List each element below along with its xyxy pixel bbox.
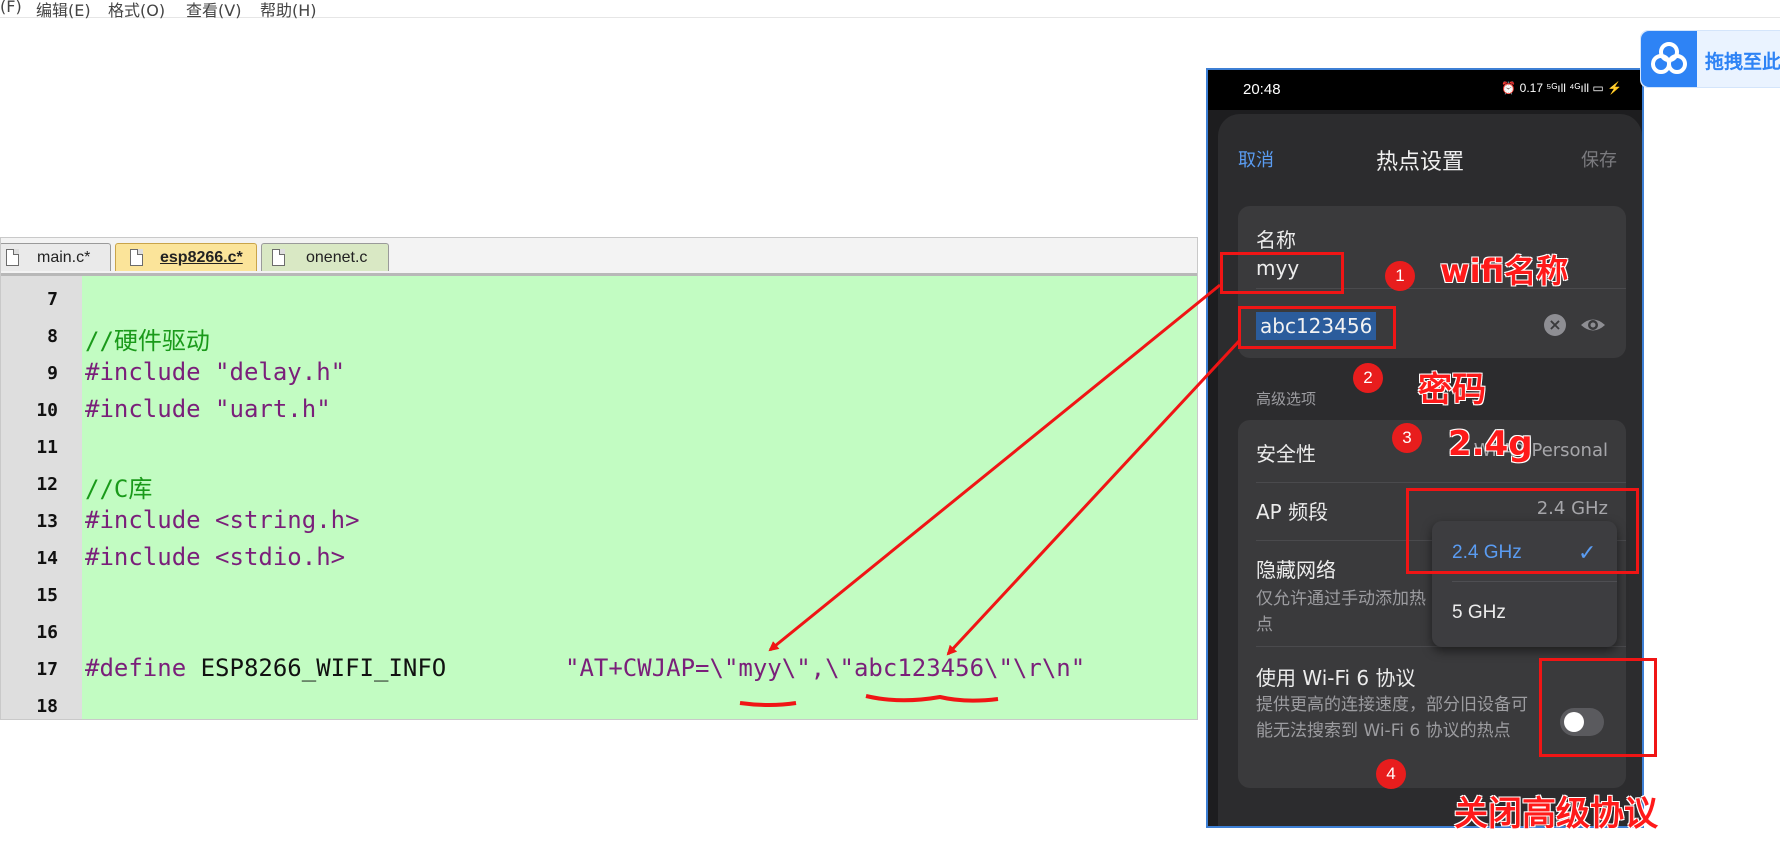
security-label: 安全性 <box>1256 442 1316 466</box>
code-string: "uart.h" <box>200 395 331 423</box>
menu-help[interactable]: 帮助(H) <box>260 0 317 21</box>
line-number: 18 <box>36 696 58 717</box>
band-highlight-box <box>1406 488 1639 574</box>
wifi6-desc: 提供更高的连接速度，部分旧设备可能无法搜索到 Wi-Fi 6 协议的热点 <box>1256 695 1528 741</box>
code-directive: #include <box>85 395 201 423</box>
code-line: 16 <box>1 613 1197 650</box>
code-line: 17 #define ESP8266_WIFI_INFO "AT+CWJAP=\"m… <box>1 650 1197 687</box>
code-line: 9 #include "delay.h" <box>1 354 1197 391</box>
ssid-highlight-box <box>1220 252 1344 294</box>
code-line: 12 //C库 <box>1 465 1197 503</box>
badge-4: 4 <box>1376 759 1406 789</box>
divider <box>1256 482 1626 483</box>
line-number: 10 <box>36 400 58 421</box>
tab-esp8266-c[interactable]: esp8266.c* <box>115 243 257 271</box>
code-line: 10 #include "uart.h" <box>1 391 1197 428</box>
code-directive: #include <box>85 506 201 534</box>
line-number: 11 <box>36 437 58 458</box>
save-button[interactable]: 保存 <box>1581 146 1617 172</box>
line-number: 9 <box>47 363 58 384</box>
line-number: 14 <box>36 548 58 569</box>
menu-bar: (F) 编辑(E) 格式(O) 查看(V) 帮助(H) <box>0 0 1780 21</box>
eye-icon[interactable] <box>1580 314 1606 336</box>
code-directive: #define <box>85 654 187 682</box>
hidden-network-desc: 仅允许通过手动添加热点 <box>1256 589 1426 635</box>
annotation-password: 密码 <box>1418 370 1486 410</box>
code-line: 7 <box>1 280 1197 317</box>
file-icon <box>130 249 143 266</box>
cloud-icon <box>1641 31 1697 87</box>
code-line: 8 //硬件驱动 <box>1 317 1197 355</box>
line-number: 16 <box>36 622 58 643</box>
ap-band-label: AP 频段 <box>1256 500 1329 524</box>
code-directive: #include <box>85 543 201 571</box>
menu-edit[interactable]: 编辑(E) <box>36 0 91 21</box>
code-string: "delay.h" <box>200 358 346 386</box>
clear-icon[interactable]: × <box>1544 314 1566 336</box>
status-clock: 20:48 <box>1243 81 1281 98</box>
band-option-5ghz[interactable]: 5 GHz <box>1452 602 1506 624</box>
status-icons: ⏰ 0.17 ⁵ᴳıll ⁴ᴳıll ▭ ⚡ <box>1501 81 1622 95</box>
wifi6-label: 使用 Wi-Fi 6 协议 <box>1256 666 1416 690</box>
line-number: 7 <box>47 289 58 310</box>
tab-label: onenet.c <box>306 249 368 266</box>
code-string: <stdio.h> <box>200 543 346 571</box>
code-macro-name: ESP8266_WIFI_INFO <box>186 654 447 682</box>
code-string: "AT+CWJAP=\"myy\",\"abc123456\"\r\n" <box>565 654 1086 682</box>
line-number: 17 <box>36 659 58 680</box>
code-line: 13 #include <string.h> <box>1 502 1197 539</box>
divider <box>1452 581 1617 582</box>
status-bar: 20:48 ⏰ 0.17 ⁵ᴳıll ⁴ᴳıll ▭ ⚡ <box>1208 70 1642 110</box>
badge-2: 2 <box>1353 363 1383 393</box>
tab-main-c[interactable]: main.c* <box>1 243 111 271</box>
file-icon <box>272 249 285 266</box>
tab-label: main.c* <box>37 249 91 266</box>
annotation-band: 2.4g <box>1448 424 1533 464</box>
code-directive: #include <box>85 358 201 386</box>
hidden-network-label: 隐藏网络 <box>1256 558 1336 582</box>
badge-3: 3 <box>1392 423 1422 453</box>
code-string: <string.h> <box>200 506 360 534</box>
code-line: 18 <box>1 687 1197 719</box>
code-editor: main.c* esp8266.c* onenet.c 7 8 //硬件驱动 9 #… <box>0 237 1198 720</box>
code-comment: //硬件驱动 <box>85 327 210 355</box>
tab-label: esp8266.c* <box>160 249 243 266</box>
cloud-drop-label: 拖拽至此 <box>1705 51 1780 73</box>
tab-onenet-c[interactable]: onenet.c <box>261 243 389 271</box>
cloud-drop-button[interactable]: 拖拽至此 <box>1640 30 1780 88</box>
menu-format[interactable]: 格式(O) <box>108 0 165 21</box>
annotation-wifi-name: wifi名称 <box>1440 252 1569 290</box>
password-highlight-box <box>1238 306 1396 349</box>
line-number: 8 <box>47 326 58 347</box>
line-number: 12 <box>36 474 58 495</box>
menu-view[interactable]: 查看(V) <box>186 0 241 21</box>
code-area[interactable]: 7 8 //硬件驱动 9 #include "delay.h" 10 #include… <box>1 276 1197 719</box>
name-label: 名称 <box>1256 228 1296 252</box>
advanced-options-label: 高级选项 <box>1256 390 1317 408</box>
menu-file[interactable]: (F) <box>0 0 22 16</box>
line-number: 15 <box>36 585 58 606</box>
wifi6-highlight-box <box>1539 658 1657 757</box>
file-icon <box>6 249 19 266</box>
badge-1: 1 <box>1385 261 1415 291</box>
annotation-disable-advanced: 关闭高级协议 <box>1454 794 1658 834</box>
code-comment: //C库 <box>85 475 153 503</box>
code-line: 11 <box>1 428 1197 465</box>
page-title: 热点设置 <box>1375 150 1464 175</box>
editor-tab-strip: main.c* esp8266.c* onenet.c <box>1 238 1197 276</box>
code-line: 14 #include <stdio.h> <box>1 539 1197 576</box>
line-number: 13 <box>36 511 58 532</box>
code-line: 15 <box>1 576 1197 613</box>
